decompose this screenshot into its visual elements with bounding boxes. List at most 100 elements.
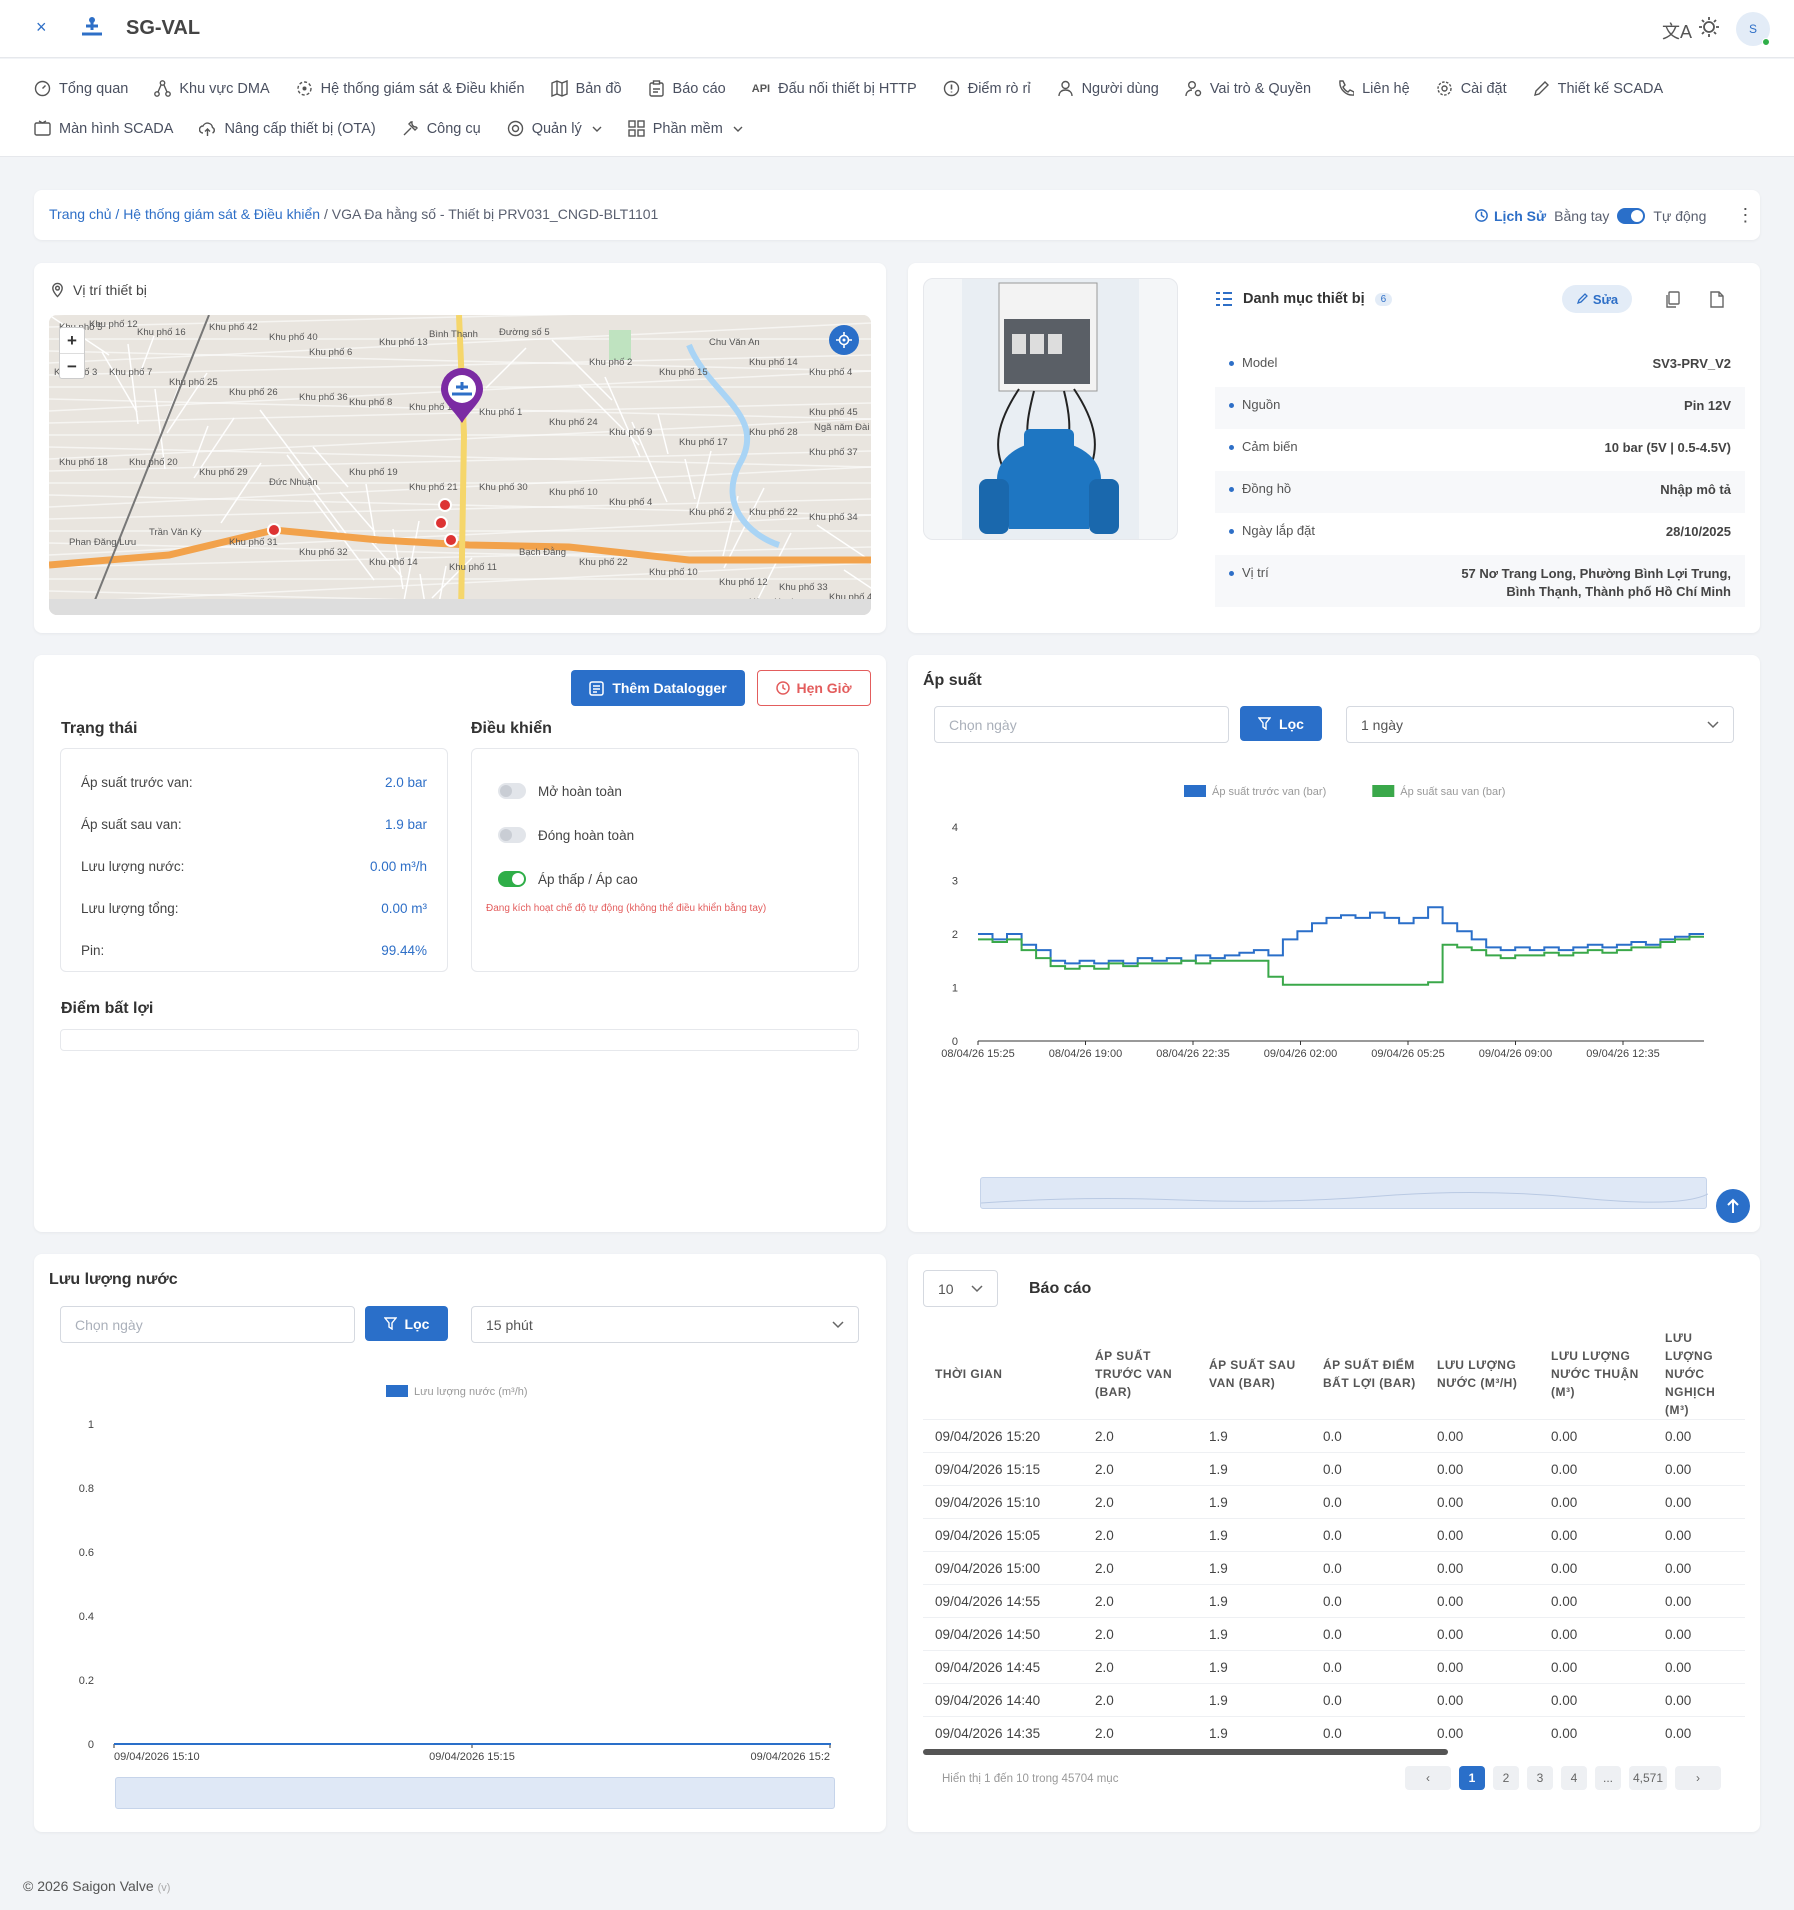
nav-item-he-thong-giam-sat-dieu-khien[interactable]: Hệ thống giám sát & Điều khiển [296, 80, 525, 97]
table-row[interactable]: 09/04/2026 14:40 2.0 1.9 0.0 0.00 0.00 0.00 [923, 1683, 1745, 1717]
nav-item-thiet-ke-scada[interactable]: Thiết kế SCADA [1533, 80, 1663, 97]
nav-item-lien-he[interactable]: Liên hệ [1337, 80, 1410, 97]
pagination-page-button[interactable]: 4,571 [1629, 1766, 1667, 1790]
nav-item-dau-noi-thiet-bi-http[interactable]: API Đấu nối thiết bị HTTP [752, 81, 917, 97]
table-row[interactable]: 09/04/2026 14:35 2.0 1.9 0.0 0.00 0.00 0.00 [923, 1716, 1745, 1750]
pressure-chart: Áp suất trước van (bar) Áp suất sau van (… [941, 785, 1704, 1060]
flow-filter-button[interactable]: Lọc [365, 1306, 448, 1341]
mode-toggle[interactable] [1617, 207, 1646, 224]
pagination-page-button[interactable]: ... [1595, 1766, 1621, 1790]
device-count-badge: 6 [1374, 292, 1393, 306]
map-poi-marker[interactable] [434, 516, 448, 530]
table-row[interactable]: 09/04/2026 15:20 2.0 1.9 0.0 0.00 0.00 0.00 [923, 1419, 1745, 1453]
x-tick-label: 09/04/26 12:35 [1586, 1048, 1659, 1060]
more-options-icon[interactable]: ⋮ [1736, 205, 1754, 226]
table-row[interactable]: 09/04/2026 15:10 2.0 1.9 0.0 0.00 0.00 0.00 [923, 1485, 1745, 1519]
status-value: 0.00 m³ [381, 900, 427, 916]
nav-item-nguoi-dung[interactable]: Người dùng [1057, 80, 1159, 97]
pagination-page-button[interactable]: 4 [1561, 1766, 1587, 1790]
nav-item-cong-cu[interactable]: Công cụ [402, 120, 481, 137]
table-cell: 0.00 [1425, 1584, 1539, 1618]
schedule-button[interactable]: Hẹn Giờ [757, 670, 871, 706]
map-park [609, 330, 631, 360]
flow-range-select[interactable]: 15 phút [471, 1306, 859, 1343]
nav-item-diem-ro-ri[interactable]: Điểm rò rỉ [943, 80, 1031, 97]
table-header-cell[interactable]: LƯU LƯỢNG NƯỚC THUẬN (M³) [1539, 1329, 1653, 1420]
breadcrumb-section[interactable]: Hệ thống giám sát & Điều khiển [123, 206, 320, 222]
table-row[interactable]: 09/04/2026 14:45 2.0 1.9 0.0 0.00 0.00 0.00 [923, 1650, 1745, 1684]
control-toggle[interactable] [498, 871, 526, 887]
nav-item-tong-quan[interactable]: Tổng quan [34, 80, 128, 97]
map-poi-marker[interactable] [444, 533, 458, 547]
theme-toggle-icon[interactable] [1698, 16, 1720, 41]
nav-item-khu-vuc-dma[interactable]: Khu vực DMA [154, 80, 270, 97]
document-icon[interactable] [1709, 291, 1724, 311]
table-row[interactable]: 09/04/2026 14:50 2.0 1.9 0.0 0.00 0.00 0.00 [923, 1617, 1745, 1651]
map-label: Khu phố 33 [779, 582, 828, 593]
legend-swatch[interactable] [386, 1385, 408, 1397]
history-button[interactable]: Lịch Sử [1474, 208, 1546, 224]
flow-date-input[interactable]: Chọn ngày [60, 1306, 355, 1343]
legend-swatch[interactable] [1372, 785, 1395, 797]
pagination-page-button[interactable]: 1 [1459, 1766, 1485, 1790]
scroll-top-button[interactable] [1716, 1189, 1750, 1223]
pressure-date-input[interactable]: Chọn ngày [934, 706, 1229, 743]
nav-item-label: Vai trò & Quyền [1209, 80, 1312, 97]
add-datalogger-button[interactable]: Thêm Datalogger [571, 670, 745, 706]
pagination-page-button[interactable]: 3 [1527, 1766, 1553, 1790]
breadcrumb-home[interactable]: Trang chủ [49, 206, 112, 222]
table-header-cell[interactable]: THỜI GIAN [923, 1329, 1083, 1420]
pressure-range-select[interactable]: 1 ngày [1346, 706, 1734, 743]
table-header-cell[interactable]: ÁP SUẤT TRƯỚC VAN (BAR) [1083, 1329, 1197, 1420]
table-row[interactable]: 09/04/2026 15:05 2.0 1.9 0.0 0.00 0.00 0.00 [923, 1518, 1745, 1552]
table-cell: 0.00 [1539, 1485, 1653, 1519]
table-header-cell[interactable]: LƯU LƯỢNG NƯỚC NGHỊCH (M³) [1653, 1329, 1745, 1420]
flow-zoom-slider[interactable] [115, 1777, 835, 1809]
translate-icon[interactable]: 文A [1662, 18, 1692, 44]
device-marker-icon[interactable] [439, 368, 485, 427]
nav-item-bao-cao[interactable]: Báo cáo [648, 80, 726, 97]
nav-item-man-hinh-scada[interactable]: Màn hình SCADA [34, 120, 173, 137]
nav-item-vai-tro-quyen[interactable]: Vai trò & Quyền [1185, 80, 1311, 97]
map-label: Khu phố 7 [109, 367, 152, 378]
legend-label[interactable]: Lưu lượng nước (m³/h) [414, 1386, 528, 1398]
edit-button[interactable]: Sửa [1562, 285, 1632, 313]
map-poi-marker[interactable] [438, 498, 452, 512]
map-label: Khu phố 28 [749, 427, 798, 438]
page-size-select[interactable]: 10 [923, 1270, 998, 1307]
table-header-cell[interactable]: LƯU LƯỢNG NƯỚC (M³/H) [1425, 1329, 1539, 1420]
nav-item-phan-mem[interactable]: Phần mềm [628, 120, 743, 137]
table-cell: 0.0 [1311, 1485, 1425, 1519]
nav-item-cai-dat[interactable]: Cài đặt [1436, 80, 1507, 97]
table-cell: 0.00 [1425, 1617, 1539, 1651]
pagination-next-button[interactable]: › [1675, 1766, 1721, 1790]
table-header-cell[interactable]: ÁP SUẤT SAU VAN (BAR) [1197, 1329, 1311, 1420]
legend-label[interactable]: Áp suất trước van (bar) [1212, 785, 1326, 798]
table-header-cell[interactable]: ÁP SUẤT ĐIỂM BẤT LỢI (BAR) [1311, 1329, 1425, 1420]
spec-row: Cảm biến 10 bar (5V | 0.5-4.5V) [1215, 429, 1745, 471]
close-icon[interactable]: × [36, 17, 47, 38]
table-row[interactable]: 09/04/2026 14:55 2.0 1.9 0.0 0.00 0.00 0.00 [923, 1584, 1745, 1618]
table-row[interactable]: 09/04/2026 15:15 2.0 1.9 0.0 0.00 0.00 0.00 [923, 1452, 1745, 1486]
control-toggle[interactable] [498, 827, 526, 843]
map-poi-marker[interactable] [267, 523, 281, 537]
table-scrollbar[interactable] [923, 1749, 1448, 1755]
legend-swatch[interactable] [1184, 785, 1206, 797]
nav-item-quan-ly[interactable]: Quản lý [507, 120, 602, 137]
zoom-out-button[interactable]: − [60, 354, 84, 379]
pressure-filter-button[interactable]: Lọc [1240, 706, 1322, 741]
copy-icon[interactable] [1664, 291, 1680, 311]
table-cell: 1.9 [1197, 1617, 1311, 1651]
control-toggle[interactable] [498, 783, 526, 799]
zoom-in-button[interactable]: + [60, 328, 84, 354]
nav-item-nang-cap-thiet-bi-ota[interactable]: Nâng cấp thiết bị (OTA) [199, 120, 376, 137]
pagination-page-button[interactable]: 2 [1493, 1766, 1519, 1790]
pressure-zoom-slider[interactable] [980, 1177, 1709, 1209]
table-row[interactable]: 09/04/2026 15:00 2.0 1.9 0.0 0.00 0.00 0.00 [923, 1551, 1745, 1585]
pagination-prev-button[interactable]: ‹ [1405, 1766, 1451, 1790]
nav-item-ban-do[interactable]: Bản đồ [550, 80, 622, 97]
legend-label[interactable]: Áp suất sau van (bar) [1400, 785, 1505, 798]
locate-me-button[interactable] [829, 325, 859, 355]
table-cell: 09/04/2026 14:45 [923, 1650, 1083, 1684]
device-map[interactable]: Khu phố 5Khu phố 12Khu phố 16Khu phố 42K… [49, 315, 871, 615]
